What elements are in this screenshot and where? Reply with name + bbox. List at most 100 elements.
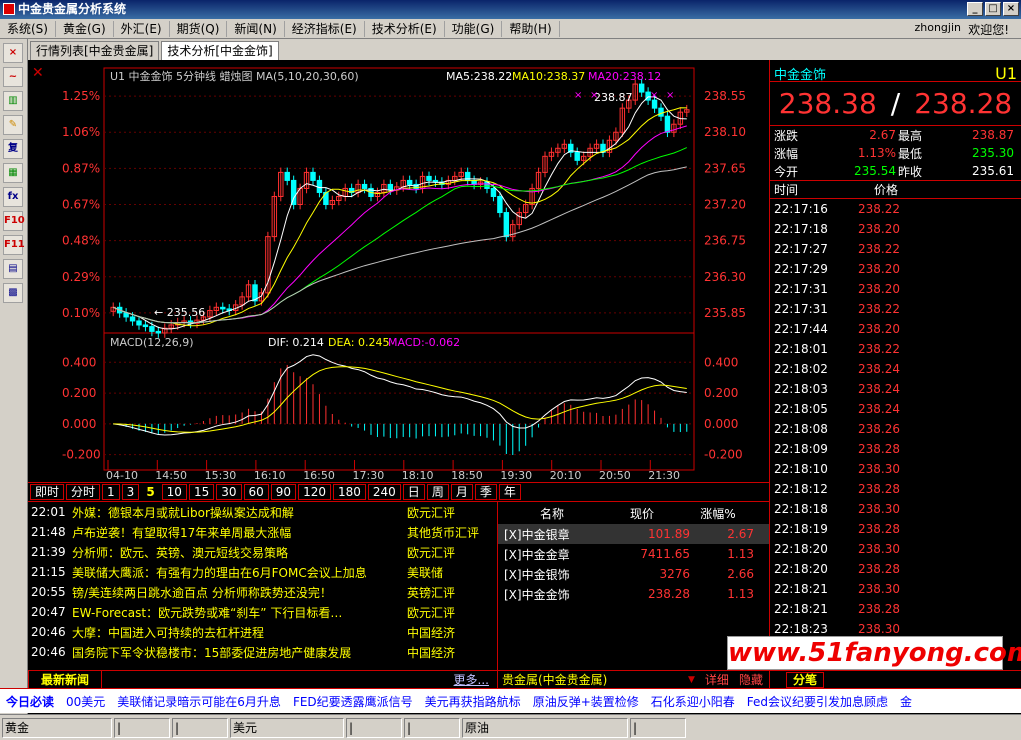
dif-label: DIF: 0.214 bbox=[268, 336, 324, 349]
tick-row: 22:18:10 238.30 bbox=[770, 459, 1021, 479]
news-title[interactable]: 国务院下军令状稳楼市：15部委促进房地产健康发展 bbox=[72, 644, 403, 661]
period-1[interactable]: 分时 bbox=[66, 484, 101, 500]
tab-quote-list[interactable]: 行情列表[中金贵金属] bbox=[30, 41, 160, 60]
period-7[interactable]: 30 bbox=[216, 484, 242, 500]
period-8[interactable]: 60 bbox=[243, 484, 269, 500]
status-cell: | bbox=[114, 717, 170, 738]
menu-system[interactable]: 系统(S) bbox=[0, 20, 56, 37]
restore-icon[interactable]: 复 bbox=[3, 139, 23, 159]
period-4[interactable]: 5 bbox=[141, 484, 160, 500]
news-row[interactable]: 21:39 分析师：欧元、英镑、澳元短线交易策略 欧元汇评 bbox=[28, 542, 497, 562]
period-9[interactable]: 90 bbox=[270, 484, 297, 500]
ticker-item[interactable]: 美联储记录暗示可能在6月升息 bbox=[111, 693, 287, 710]
news-row[interactable]: 20:47 EW-Forecast：欧元跌势或难“刹车” 下行目标看… 欧元汇评 bbox=[28, 602, 497, 622]
news-tab[interactable]: 最新新闻 bbox=[28, 670, 103, 689]
col-change: 涨幅% bbox=[700, 506, 736, 521]
detail-button[interactable]: 详细 bbox=[705, 671, 729, 688]
news-row[interactable]: 20:55 镑/美连续两日跳水逾百点 分析师称跌势还没完！ 英镑汇评 bbox=[28, 582, 497, 602]
candle-chart-icon[interactable]: ▥ bbox=[3, 91, 23, 111]
news-title[interactable]: 美联储大鹰派：有强有力的理由在6月FOMC会议上加息 bbox=[72, 564, 403, 581]
news-row[interactable]: 20:46 国务院下军令状稳楼市：15部委促进房地产健康发展 中国经济 bbox=[28, 642, 497, 662]
close-tool-icon[interactable]: × bbox=[3, 43, 23, 63]
quote-label: 今开 bbox=[774, 164, 799, 179]
ticker-item[interactable]: 00美元 bbox=[60, 693, 111, 710]
menu-indicators[interactable]: 经济指标(E) bbox=[285, 20, 365, 37]
chart-area[interactable]: ✕ U1 中金金饰 5分钟线 蜡烛图 MA(5,10,20,30,60) MA5… bbox=[28, 60, 769, 482]
menu-news[interactable]: 新闻(N) bbox=[227, 20, 285, 37]
period-3[interactable]: 3 bbox=[121, 484, 140, 500]
watch-group-label[interactable]: 贵金属(中金贵金属) bbox=[498, 671, 688, 688]
period-6[interactable]: 15 bbox=[188, 484, 215, 500]
formula-icon[interactable]: fx bbox=[3, 187, 23, 207]
period-17[interactable]: 年 bbox=[498, 484, 521, 500]
period-16[interactable]: 季 bbox=[474, 484, 497, 500]
draw-pen-icon[interactable]: ✎ bbox=[3, 115, 23, 135]
ticker-item[interactable]: FED纪要透露鹰派信号 bbox=[287, 693, 419, 710]
watch-name[interactable]: [X]中金银饰 bbox=[498, 566, 606, 583]
period-10[interactable]: 120 bbox=[298, 484, 331, 500]
hide-button[interactable]: 隐藏 bbox=[739, 671, 763, 688]
ticker-item[interactable]: 原油反弹+装置检修 bbox=[527, 693, 645, 710]
news-time: 22:01 bbox=[31, 505, 66, 519]
menu-tech-analysis[interactable]: 技术分析(E) bbox=[365, 20, 445, 37]
news-title[interactable]: 外媒：德银本月或就Libor操纵案达成和解 bbox=[72, 504, 403, 521]
period-2[interactable]: 1 bbox=[102, 484, 120, 500]
watch-row[interactable]: [X]中金金饰 238.28 1.13 bbox=[498, 584, 769, 604]
tick-time: 22:18:05 bbox=[774, 402, 828, 416]
menu-futures[interactable]: 期货(Q) bbox=[170, 20, 228, 37]
menu-help[interactable]: 帮助(H) bbox=[502, 20, 560, 37]
more-news-link[interactable]: 更多... bbox=[454, 671, 489, 688]
kline-chart[interactable]: ✕ U1 中金金饰 5分钟线 蜡烛图 MA(5,10,20,30,60) MA5… bbox=[28, 60, 769, 482]
news-title[interactable]: 大摩：中国进入可持续的去杠杆进程 bbox=[72, 624, 403, 641]
list-icon[interactable]: ▤ bbox=[3, 259, 23, 279]
ma5-label: MA5:238.22 bbox=[446, 70, 512, 83]
news-row[interactable]: 20:46 大摩：中国进入可持续的去杠杆进程 中国经济 bbox=[28, 622, 497, 642]
ticker-item[interactable]: 美元再获指路航标 bbox=[419, 693, 527, 710]
watch-name[interactable]: [X]中金银章 bbox=[498, 526, 606, 543]
period-5[interactable]: 10 bbox=[161, 484, 187, 500]
news-title[interactable]: 分析师：欧元、英镑、澳元短线交易策略 bbox=[72, 544, 403, 561]
news-title[interactable]: EW-Forecast：欧元跌势或难“刹车” 下行目标看… bbox=[72, 604, 403, 621]
period-11[interactable]: 180 bbox=[332, 484, 366, 500]
time-axis-label: 16:50 bbox=[303, 469, 335, 482]
news-title[interactable]: 卢布逆袭！有望取得17年来单周最大涨幅 bbox=[72, 524, 403, 541]
period-14[interactable]: 周 bbox=[426, 484, 449, 500]
close-button[interactable]: × bbox=[1003, 2, 1019, 16]
watch-row[interactable]: [X]中金银章 101.89 2.67 bbox=[498, 524, 769, 544]
ticks-tab[interactable]: 分笔 bbox=[786, 672, 825, 688]
ticker-item[interactable]: 金 bbox=[894, 693, 918, 710]
period-0[interactable]: 即时 bbox=[30, 484, 65, 500]
period-12[interactable]: 240 bbox=[367, 484, 401, 500]
news-title[interactable]: 镑/美连续两日跳水逾百点 分析师称跌势还没完！ bbox=[72, 584, 403, 601]
news-row[interactable]: 21:48 卢布逆袭！有望取得17年来单周最大涨幅 其他货币汇评 bbox=[28, 522, 497, 542]
menu-gold[interactable]: 黄金(G) bbox=[56, 20, 114, 37]
period-15[interactable]: 月 bbox=[450, 484, 473, 500]
watch-row[interactable]: [X]中金金章 7411.65 1.13 bbox=[498, 544, 769, 564]
watch-row[interactable]: [X]中金银饰 3276 2.66 bbox=[498, 564, 769, 584]
watch-price: 3276 bbox=[659, 567, 690, 581]
menu-forex[interactable]: 外汇(E) bbox=[114, 20, 170, 37]
watch-name[interactable]: [X]中金金章 bbox=[498, 546, 606, 563]
grid-icon[interactable]: ▦ bbox=[3, 163, 23, 183]
status-cell: | bbox=[630, 717, 686, 738]
table-icon[interactable]: ▩ bbox=[3, 283, 23, 303]
line-chart-icon[interactable]: ~ bbox=[3, 67, 23, 87]
ticker-item[interactable]: Fed会议纪要引发加息顾虑 bbox=[741, 693, 894, 710]
f11-icon[interactable]: F11 bbox=[3, 235, 25, 255]
f10-icon[interactable]: F10 bbox=[3, 211, 25, 231]
tick-row: 22:18:03 238.24 bbox=[770, 379, 1021, 399]
dropdown-arrow-icon[interactable]: ▼ bbox=[688, 675, 695, 685]
tick-time: 22:17:29 bbox=[774, 262, 828, 276]
minimize-button[interactable]: _ bbox=[967, 2, 983, 16]
pct-axis-label: 0.87% bbox=[62, 161, 100, 175]
period-13[interactable]: 日 bbox=[402, 484, 425, 500]
tab-tech-analysis[interactable]: 技术分析[中金金饰] bbox=[161, 41, 279, 60]
ticker-item[interactable]: 石化系迎小阳春 bbox=[645, 693, 741, 710]
news-category: 美联储 bbox=[407, 565, 444, 580]
tick-price: 238.28 bbox=[858, 602, 900, 616]
news-row[interactable]: 22:01 外媒：德银本月或就Libor操纵案达成和解 欧元汇评 bbox=[28, 502, 497, 522]
watch-name[interactable]: [X]中金金饰 bbox=[498, 586, 606, 603]
maximize-button[interactable]: □ bbox=[985, 2, 1001, 16]
news-row[interactable]: 21:15 美联储大鹰派：有强有力的理由在6月FOMC会议上加息 美联储 bbox=[28, 562, 497, 582]
menu-functions[interactable]: 功能(G) bbox=[445, 20, 503, 37]
